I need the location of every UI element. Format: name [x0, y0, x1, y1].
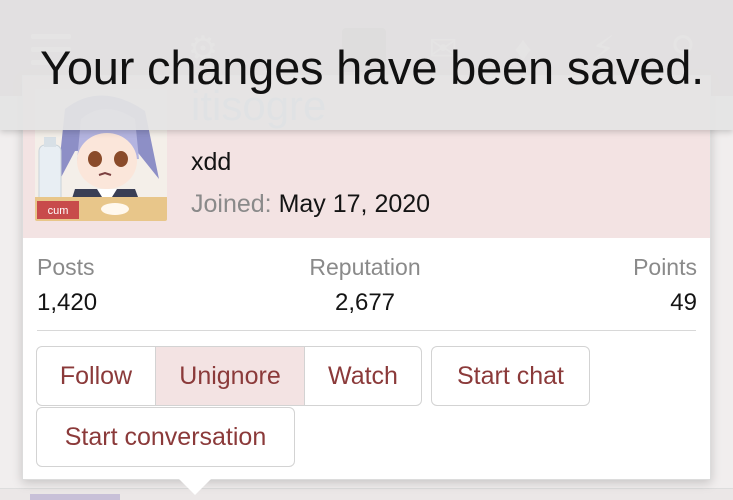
posts-value: 1,420	[37, 289, 98, 316]
start-conversation-button[interactable]: Start conversation	[36, 407, 295, 467]
unignore-button[interactable]: Unignore	[155, 346, 305, 406]
member-joined: Joined: May 17, 2020	[191, 190, 430, 219]
content-thumbnail	[30, 494, 120, 500]
tooltip-caret	[178, 478, 212, 495]
reputation-value: 2,677	[334, 289, 396, 316]
reputation-label: Reputation	[309, 254, 421, 280]
saved-toast: Your changes have been saved.	[0, 0, 733, 130]
avatar-caption: cum	[48, 205, 69, 217]
start-chat-button[interactable]: Start chat	[431, 346, 590, 406]
stat-posts[interactable]: Posts 1,420	[37, 254, 97, 317]
member-stats: Posts 1,420 Reputation 2,677 Points 49	[23, 254, 710, 324]
joined-label: Joined:	[191, 190, 272, 218]
watch-button[interactable]: Watch	[304, 346, 422, 406]
divider	[37, 330, 696, 331]
points-value: 49	[670, 289, 697, 316]
toast-message: Your changes have been saved.	[40, 41, 705, 94]
stat-points: Points 49	[633, 254, 697, 317]
posts-label: Posts	[37, 254, 95, 280]
joined-date: May 17, 2020	[278, 190, 431, 218]
member-title: xdd	[191, 148, 232, 176]
stat-reputation: Reputation 2,677	[306, 254, 424, 317]
points-label: Points	[633, 254, 697, 280]
follow-button[interactable]: Follow	[36, 346, 156, 406]
member-tooltip: cum itisogre xdd Joined: May 17, 2020 Po…	[22, 75, 711, 480]
